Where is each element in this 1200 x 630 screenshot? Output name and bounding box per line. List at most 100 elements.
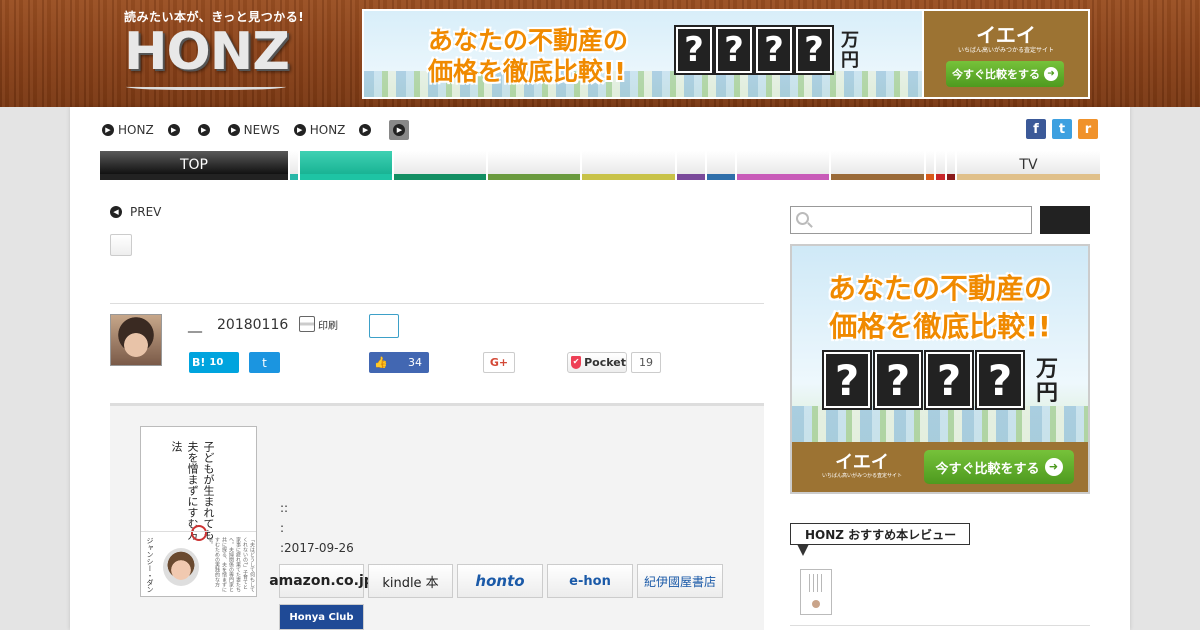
book-cover[interactable]: 子どもが生まれても夫を憎まずにすむ方法 ジャンシー・ダン 「夫はどうして何もして… (140, 426, 257, 597)
tweet-button[interactable]: t (249, 352, 280, 373)
book-seal-icon (191, 525, 207, 541)
ad-unit: 万円 (841, 30, 859, 71)
pocket-button[interactable]: ✔ Pocket (567, 352, 627, 373)
store-kinokuniya-button[interactable]: 紀伊國屋書店 (637, 564, 723, 598)
chevron-right-icon: ▶ (393, 124, 406, 136)
chevron-left-icon: ◀ (110, 206, 122, 218)
store-honyaclub-button[interactable]: Honya Club (279, 604, 364, 630)
ad-cta-button[interactable]: 今すぐ比較をする ➜ (946, 61, 1064, 87)
nav-tab[interactable] (831, 151, 924, 180)
divider (790, 625, 1090, 626)
ad-brand-sub: いちばん高いがみつかる査定サイト (821, 473, 902, 479)
ad-headline-line1: あなたの不動産の (428, 26, 629, 55)
breadcrumb-item[interactable]: ▶ (197, 124, 214, 136)
nav-tab[interactable] (582, 151, 675, 180)
hatena-bookmark-button[interactable]: B! 10 (189, 352, 239, 373)
top-banner-ad[interactable]: あなたの不動産の 価格を徹底比較!! ? ? ? ? 万円 イエイ いちばん高い… (362, 9, 1090, 99)
ad-city-illustration (792, 406, 1088, 442)
facebook-icon[interactable]: f (1026, 119, 1046, 139)
store-kindle-button[interactable]: kindle 本 (368, 564, 453, 598)
recommend-book-thumbnail[interactable] (800, 569, 832, 615)
ad-headline: あなたの不動産の 価格を徹底比較!! (792, 270, 1088, 346)
store-honto-button[interactable]: honto (457, 564, 543, 598)
chevron-right-icon: ▶ (227, 124, 240, 136)
nav-tab[interactable] (707, 151, 735, 180)
chevron-right-icon: ▶ (167, 124, 180, 136)
pocket-count: 19 (631, 352, 661, 373)
book-meta-line: :: (280, 501, 289, 515)
ad-headline: あなたの不動産の 価格を徹底比較!! (428, 25, 678, 87)
facebook-like-button[interactable]: 👍 34 (369, 352, 429, 373)
ad-unit: 万円 (1036, 357, 1059, 406)
search-input[interactable] (790, 206, 1032, 234)
divider (110, 303, 764, 304)
ad-price-box: ? (873, 350, 923, 410)
breadcrumb-item[interactable]: ▶ HONZ (293, 123, 346, 137)
nav-tab[interactable] (947, 151, 955, 180)
breadcrumb-item[interactable]: ▶ (359, 124, 375, 136)
rss-icon[interactable]: r (1078, 119, 1098, 139)
honz-logo[interactable]: 読みたい本が、きっと見つかる! HONZ (124, 8, 304, 98)
breadcrumb-item[interactable]: ▶ NEWS (227, 123, 280, 137)
nav-tab[interactable] (290, 151, 298, 180)
author-avatar[interactable] (110, 314, 162, 366)
logo-wordmark: HONZ (124, 22, 290, 82)
prev-label: PREV (130, 205, 162, 219)
search-icon (796, 212, 809, 225)
store-amazon-button[interactable]: amazon.co.jp (269, 564, 374, 598)
prev-link[interactable]: ◀ PREV (110, 205, 161, 219)
nav-tab[interactable] (488, 151, 580, 180)
thumbs-up-icon: 👍 (374, 356, 388, 369)
store-ehon-button[interactable]: e-hon (547, 564, 633, 598)
twitter-bird-icon: t (262, 355, 267, 370)
breadcrumb-label: HONZ (118, 123, 154, 137)
breadcrumb-item[interactable]: ▶ (167, 124, 184, 136)
ad-price-box: ? (924, 350, 974, 410)
ad-price-boxes: ? ? ? ? (822, 350, 1025, 410)
author-name[interactable]: __ (188, 317, 202, 333)
ad-price-box: ? (822, 350, 872, 410)
book-meta-line: : (280, 521, 285, 535)
google-plus-button[interactable]: G+ (483, 352, 515, 373)
pocket-icon: ✔ (571, 356, 582, 369)
ad-brand-sub: いちばん高いがみつかる査定サイト (957, 47, 1054, 54)
nav-tab[interactable] (936, 151, 945, 180)
twitter-icon[interactable]: t (1052, 119, 1072, 139)
follow-button[interactable] (369, 314, 399, 338)
nav-tab[interactable] (300, 151, 392, 180)
ad-headline-line2: 価格を徹底比較!! (829, 310, 1051, 343)
nav-tab-tv[interactable]: TV (957, 151, 1100, 180)
book-publish-date: :2017-09-26 (280, 541, 354, 555)
nav-tab[interactable] (926, 151, 934, 180)
post-date: 20180116 (217, 317, 289, 333)
sidebar-banner-ad[interactable]: あなたの不動産の 価格を徹底比較!! ? ? ? ? 万円 イエイ いちばん高い… (790, 244, 1090, 494)
print-button[interactable]: 印刷 (299, 316, 338, 332)
breadcrumb-label: HONZ (309, 123, 346, 137)
chevron-right-icon: ▶ (293, 124, 306, 136)
speech-tail-icon (797, 544, 809, 556)
breadcrumb-item[interactable]: ▶ HONZ (102, 123, 154, 137)
small-square-button[interactable] (110, 234, 132, 256)
print-label: 印刷 (318, 320, 338, 332)
ad-cta-label: 今すぐ比較をする (952, 68, 1040, 81)
book-cover-author: ジャンシー・ダン (146, 537, 154, 593)
ad-price-box: ? (975, 350, 1025, 410)
search-button[interactable] (1040, 206, 1090, 234)
ad-brand: イエイ (976, 23, 1036, 47)
social-links: f t r (1026, 119, 1098, 139)
nav-tab[interactable] (737, 151, 829, 180)
ad-cta-button[interactable]: 今すぐ比較をする ➜ (924, 450, 1074, 484)
ad-headline-line1: あなたの不動産の (827, 272, 1052, 305)
nav-tab[interactable] (394, 151, 486, 180)
site-header: 読みたい本が、きっと見つかる! HONZ あなたの不動産の 価格を徹底比較!! … (0, 0, 1200, 107)
pocket-label: Pocket (584, 356, 626, 369)
chevron-right-icon: ▶ (197, 124, 210, 136)
book-cover-title: 子どもが生まれても夫を憎まずにすむ方法 (170, 441, 215, 540)
book-cover-photo (163, 548, 199, 586)
ad-price-box: ? (714, 25, 754, 75)
nav-tab-top[interactable]: TOP (100, 151, 288, 180)
like-count: 34 (408, 356, 422, 369)
arrow-right-icon: ➜ (1044, 67, 1058, 81)
nav-tab[interactable] (677, 151, 705, 180)
breadcrumb-current: ▶ (389, 120, 410, 140)
